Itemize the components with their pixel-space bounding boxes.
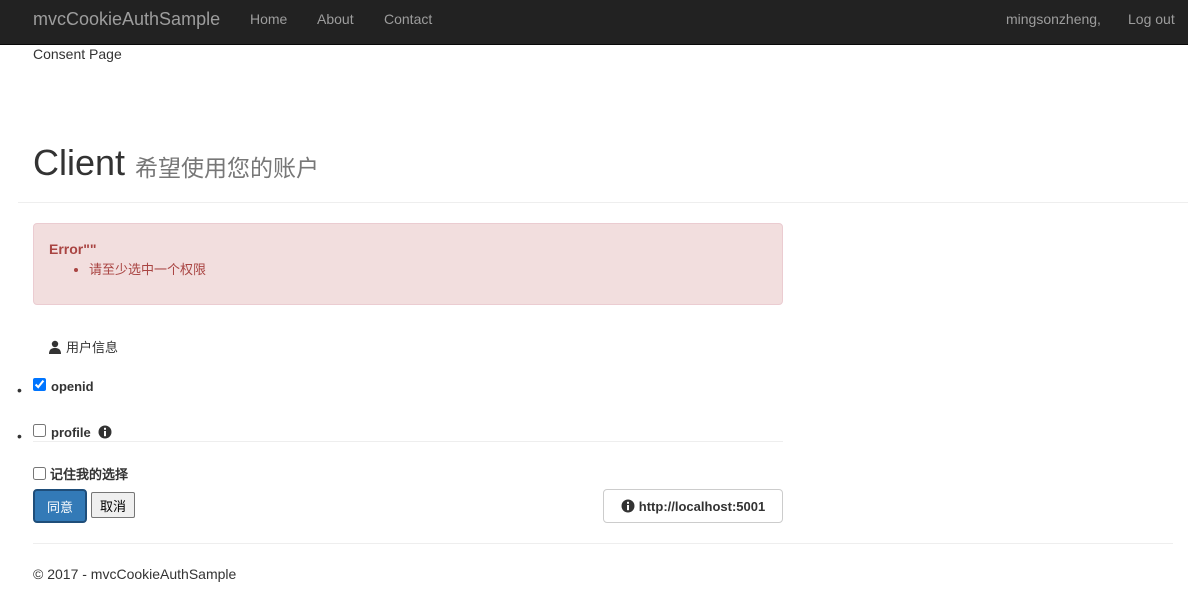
footer-copyright: © 2017 - mvcCookieAuthSample: [33, 566, 237, 582]
remember-label: 记住我的选择: [50, 467, 129, 482]
info-circle-icon: [621, 499, 635, 513]
page-subtitle: 希望使用您的账户: [135, 155, 319, 181]
scopes-heading: 用户信息: [48, 337, 118, 356]
remember-checkbox[interactable]: [33, 467, 46, 480]
navbar: mvcCookieAuthSample Home About Contact m…: [0, 0, 1188, 45]
cancel-button[interactable]: 取消: [91, 492, 135, 518]
brand-link[interactable]: mvcCookieAuthSample: [33, 9, 220, 30]
client-url-button[interactable]: http://localhost:5001: [603, 489, 783, 523]
remember-choice[interactable]: 记住我的选择: [33, 464, 128, 483]
scope-item-profile: • profile: [0, 424, 300, 447]
page-header: Client 希望使用您的账户: [18, 140, 1188, 203]
client-url-text: http://localhost:5001: [638, 498, 766, 514]
scopes-panel: 用户信息 • openid • profile: [17, 320, 783, 444]
nav-user-link[interactable]: mingsonzheng,: [1006, 11, 1101, 27]
scopes-heading-label: 用户信息: [66, 340, 119, 355]
scope-item-openid: • openid: [0, 378, 300, 401]
error-list: 请至少选中一个权限: [49, 261, 206, 279]
scope-label-openid: openid: [51, 379, 94, 394]
nav-contact-link[interactable]: Contact: [384, 11, 432, 27]
list-bullet: •: [17, 428, 22, 444]
error-title: Error"": [49, 241, 97, 257]
allow-button[interactable]: 同意: [33, 489, 87, 523]
error-alert: Error"" 请至少选中一个权限: [33, 223, 783, 305]
openid-checkbox[interactable]: [33, 378, 46, 391]
user-icon: [49, 340, 61, 354]
list-bullet: •: [17, 382, 22, 398]
consent-page-label: Consent Page: [33, 46, 122, 62]
nav-about-link[interactable]: About: [317, 11, 354, 27]
info-circle-icon[interactable]: [98, 425, 112, 439]
client-name: Client: [33, 142, 126, 183]
error-message: 请至少选中一个权限: [89, 261, 206, 279]
scope-label-profile: profile: [51, 425, 91, 440]
footer-divider: [33, 543, 1173, 544]
profile-checkbox[interactable]: [33, 424, 46, 437]
nav-home-link[interactable]: Home: [250, 11, 287, 27]
nav-logout-link[interactable]: Log out: [1128, 11, 1175, 27]
